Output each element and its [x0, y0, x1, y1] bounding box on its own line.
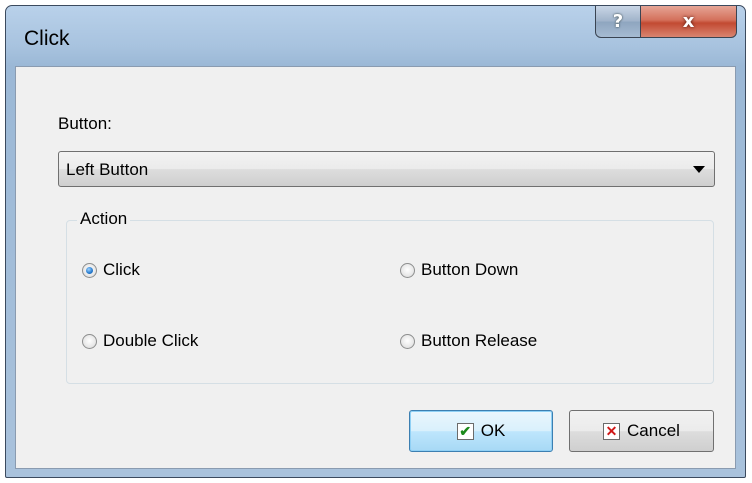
- radio-label: Button Release: [421, 331, 538, 350]
- button-field-label: Button:: [58, 114, 112, 133]
- radio-label: Button Down: [421, 260, 519, 279]
- checkmark-icon: ✔: [456, 422, 474, 440]
- cancel-button[interactable]: ✕ Cancel: [569, 410, 714, 452]
- radio-double-click[interactable]: Double Click: [82, 331, 198, 351]
- chevron-down-icon: [693, 166, 705, 173]
- close-icon: x: [682, 11, 695, 32]
- button-select-value: Left Button: [66, 160, 149, 179]
- radio-unselected-icon: [82, 333, 97, 349]
- ok-button-label: OK: [480, 421, 506, 440]
- title-bar[interactable]: Click ? x: [6, 6, 745, 66]
- dialog-body: Button: Left Button Action Click Double …: [15, 66, 736, 469]
- radio-button-release[interactable]: Button Release: [400, 331, 537, 351]
- action-group: Action Click Double Click Button Down Bu…: [66, 209, 714, 384]
- help-icon: ?: [612, 11, 624, 32]
- radio-button-down[interactable]: Button Down: [400, 260, 518, 280]
- radio-label: Double Click: [103, 331, 199, 350]
- cancel-x-icon: ✕: [603, 422, 621, 440]
- window-title: Click: [24, 27, 70, 50]
- radio-label: Click: [103, 260, 140, 279]
- help-button[interactable]: ?: [595, 6, 641, 38]
- ok-button[interactable]: ✔ OK: [409, 410, 553, 452]
- cancel-button-label: Cancel: [627, 421, 680, 440]
- click-dialog: Click ? x Button: Left Button Action Cli…: [5, 5, 746, 478]
- radio-selected-icon: [82, 262, 97, 278]
- close-button[interactable]: x: [641, 6, 737, 38]
- action-group-legend: Action: [77, 209, 131, 229]
- title-bar-buttons: ? x: [595, 6, 737, 38]
- radio-click[interactable]: Click: [82, 260, 140, 280]
- radio-unselected-icon: [400, 262, 415, 278]
- button-select[interactable]: Left Button: [58, 151, 715, 187]
- radio-unselected-icon: [400, 333, 415, 349]
